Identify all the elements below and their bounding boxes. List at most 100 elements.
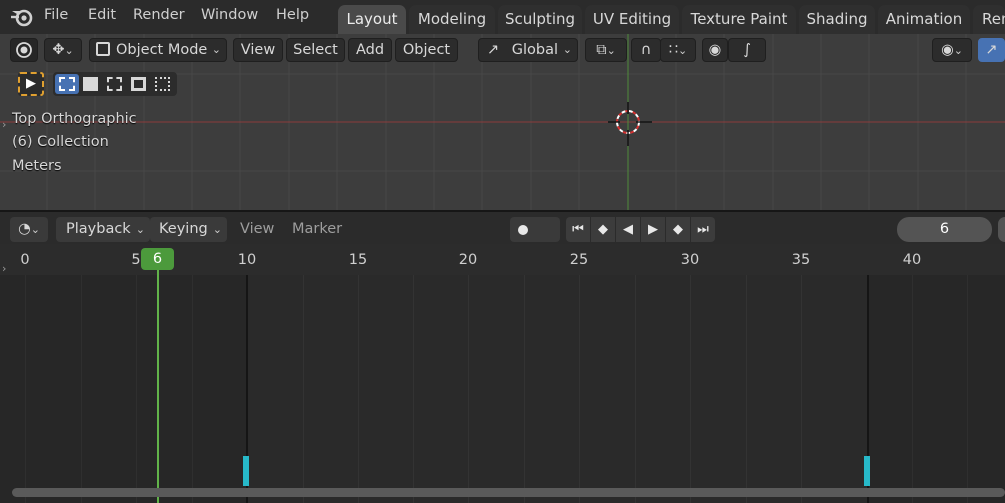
selection-mode-group bbox=[53, 72, 177, 96]
start-frame-field[interactable] bbox=[998, 217, 1005, 242]
proportional-editing-toggle[interactable]: ◉ bbox=[702, 38, 728, 62]
keying-menu[interactable]: Keying ⌄ bbox=[150, 217, 227, 242]
transform-pivot-dropdown[interactable]: ✥⌄ bbox=[44, 38, 82, 62]
jump-start-icon: ⏮ bbox=[572, 222, 584, 237]
tab-layout[interactable]: Layout bbox=[338, 5, 406, 34]
timeline-view-menu[interactable]: View bbox=[240, 221, 274, 237]
frame-gridline bbox=[635, 275, 636, 503]
add-menu[interactable]: Add bbox=[348, 38, 392, 62]
jump-to-end-button[interactable]: ⏭ bbox=[691, 217, 715, 242]
pivot-point-dropdown[interactable]: ⧉⌄ bbox=[585, 38, 627, 62]
eye-icon: ◉ bbox=[941, 42, 954, 58]
select-extend-button[interactable] bbox=[81, 75, 101, 93]
tab-texture-paint[interactable]: Texture Paint bbox=[682, 5, 796, 34]
object-mode-label: Object Mode bbox=[116, 42, 208, 58]
object-mode-icon bbox=[96, 42, 110, 56]
snap-increment-icon: ∷ bbox=[668, 42, 678, 58]
channel-expand-icon[interactable]: › bbox=[2, 262, 6, 275]
frame-tick-40: 40 bbox=[902, 252, 922, 268]
cursor-arrow-icon: ▶ bbox=[26, 76, 36, 91]
frame-tick-35: 35 bbox=[791, 252, 811, 268]
select-menu[interactable]: Select bbox=[286, 38, 345, 62]
frame-gridline bbox=[358, 275, 359, 503]
auto-keying-toggle[interactable] bbox=[510, 217, 560, 242]
tab-animation[interactable]: Animation bbox=[878, 5, 970, 34]
menu-window[interactable]: Window bbox=[201, 7, 258, 23]
tab-modeling[interactable]: Modeling bbox=[409, 5, 495, 34]
orientation-axes-icon: ↗ bbox=[487, 42, 500, 58]
keyframe-marker[interactable] bbox=[243, 456, 249, 486]
timeline-header: ◔⌄ Playback ⌄ Keying ⌄ View Marker ⏮ ◆ ◀… bbox=[0, 210, 1005, 244]
select-invert-button[interactable] bbox=[129, 75, 149, 93]
playhead-frame-badge[interactable]: 6 bbox=[141, 248, 174, 270]
object-menu[interactable]: Object bbox=[395, 38, 458, 62]
frame-gridline bbox=[413, 275, 414, 503]
frame-gridline bbox=[303, 275, 304, 503]
chevron-down-icon: ⌄ bbox=[64, 44, 74, 57]
select-intersect-icon bbox=[155, 77, 170, 91]
tab-uv-editing[interactable]: UV Editing bbox=[585, 5, 679, 34]
tab-shading[interactable]: Shading bbox=[799, 5, 875, 34]
gizmo-icon: ↗ bbox=[985, 42, 998, 58]
visibility-dropdown[interactable]: ◉⌄ bbox=[932, 38, 972, 62]
timeline-marker-menu[interactable]: Marker bbox=[292, 221, 342, 237]
3d-viewport[interactable]: ✥⌄ Object Mode ⌄ View Select Add Object … bbox=[0, 34, 1005, 210]
menu-file[interactable]: File bbox=[44, 7, 68, 23]
frame-tick-15: 15 bbox=[348, 252, 368, 268]
sidebar-expand-icon[interactable]: › bbox=[2, 118, 6, 131]
menu-render[interactable]: Render bbox=[133, 7, 185, 23]
view-menu[interactable]: View bbox=[233, 38, 283, 62]
blender-logo-icon[interactable] bbox=[10, 6, 34, 28]
next-keyframe-icon: ◆ bbox=[673, 222, 683, 237]
timeline-scrollbar[interactable] bbox=[12, 488, 1005, 497]
frame-gridline bbox=[524, 275, 525, 503]
menu-edit[interactable]: Edit bbox=[88, 7, 116, 23]
select-intersect-button[interactable] bbox=[153, 75, 173, 93]
falloff-curve-icon: ∫ bbox=[743, 42, 751, 58]
frame-tick-5: 5 bbox=[131, 252, 141, 268]
view-name-label: Top Orthographic bbox=[12, 111, 137, 127]
post-range-shade bbox=[868, 275, 1005, 503]
timeline-editor-type-button[interactable]: ◔⌄ bbox=[10, 217, 48, 242]
frame-gridline bbox=[690, 275, 691, 503]
play-reverse-button[interactable]: ◀ bbox=[616, 217, 640, 242]
select-tool-button[interactable]: ▶ bbox=[18, 72, 44, 96]
select-subtract-button[interactable] bbox=[105, 75, 125, 93]
playback-menu[interactable]: Playback ⌄ bbox=[56, 217, 150, 242]
timeline-area[interactable] bbox=[0, 275, 1005, 503]
current-frame-field[interactable]: 6 bbox=[897, 217, 992, 242]
tab-sculpting[interactable]: Sculpting bbox=[498, 5, 582, 34]
object-mode-dropdown[interactable]: Object Mode ⌄ bbox=[89, 38, 227, 62]
play-button[interactable]: ▶ bbox=[641, 217, 665, 242]
3d-cursor-icon bbox=[608, 102, 652, 146]
falloff-dropdown[interactable]: ∫ bbox=[728, 38, 766, 62]
orientation-label: Global bbox=[511, 42, 559, 58]
frame-gridline bbox=[579, 275, 580, 503]
proportional-editing-icon: ◉ bbox=[708, 42, 722, 58]
jump-to-next-keyframe-button[interactable]: ◆ bbox=[666, 217, 690, 242]
snap-target-dropdown[interactable]: ∷⌄ bbox=[660, 38, 696, 62]
viewport-editor-icon bbox=[16, 42, 32, 58]
keyframe-marker[interactable] bbox=[864, 456, 870, 486]
editor-type-button[interactable] bbox=[10, 38, 38, 62]
gizmo-toggle[interactable]: ↗ bbox=[978, 38, 1005, 62]
units-label: Meters bbox=[12, 158, 62, 174]
playback-label: Playback bbox=[66, 221, 131, 237]
record-icon bbox=[518, 225, 528, 235]
tab-rendering[interactable]: Ren bbox=[973, 5, 1005, 34]
snap-toggle[interactable]: ∩ bbox=[631, 38, 661, 62]
select-new-button[interactable] bbox=[55, 74, 79, 94]
frame-tick-30: 30 bbox=[680, 252, 700, 268]
jump-to-prev-keyframe-button[interactable]: ◆ bbox=[591, 217, 615, 242]
pre-range-shade bbox=[0, 275, 246, 503]
transform-orientation-dropdown[interactable]: ↗ Global ⌄ bbox=[478, 38, 578, 62]
pivot-point-icon: ⧉ bbox=[596, 42, 607, 58]
select-invert-icon bbox=[131, 77, 146, 91]
jump-to-start-button[interactable]: ⏮ bbox=[566, 217, 590, 242]
clock-icon: ◔ bbox=[18, 221, 31, 237]
chevron-down-icon: ⌄ bbox=[135, 223, 145, 236]
menu-help[interactable]: Help bbox=[276, 7, 309, 23]
playhead-line[interactable] bbox=[157, 248, 159, 503]
chevron-down-icon: ⌄ bbox=[606, 44, 616, 57]
frame-gridline bbox=[801, 275, 802, 503]
